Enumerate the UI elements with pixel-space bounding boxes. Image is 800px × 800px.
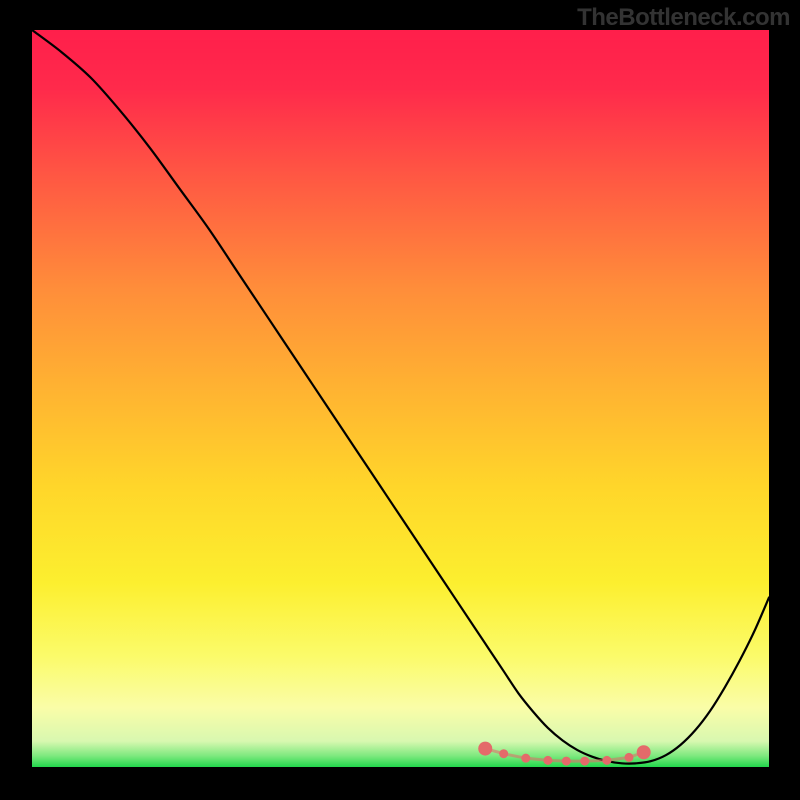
attribution-label: TheBottleneck.com: [577, 4, 790, 32]
marker-dot: [624, 753, 633, 762]
marker-dot: [478, 742, 492, 756]
marker-dot: [562, 757, 571, 766]
marker-dot: [602, 756, 611, 765]
chart-frame: TheBottleneck.com: [0, 0, 800, 800]
marker-dot: [543, 756, 552, 765]
marker-dot: [499, 749, 508, 758]
marker-dot: [521, 754, 530, 763]
gradient-background: [32, 30, 769, 767]
marker-dot: [637, 745, 651, 759]
marker-dot: [580, 757, 589, 766]
chart-svg: [32, 30, 769, 767]
plot-area: [32, 30, 769, 767]
